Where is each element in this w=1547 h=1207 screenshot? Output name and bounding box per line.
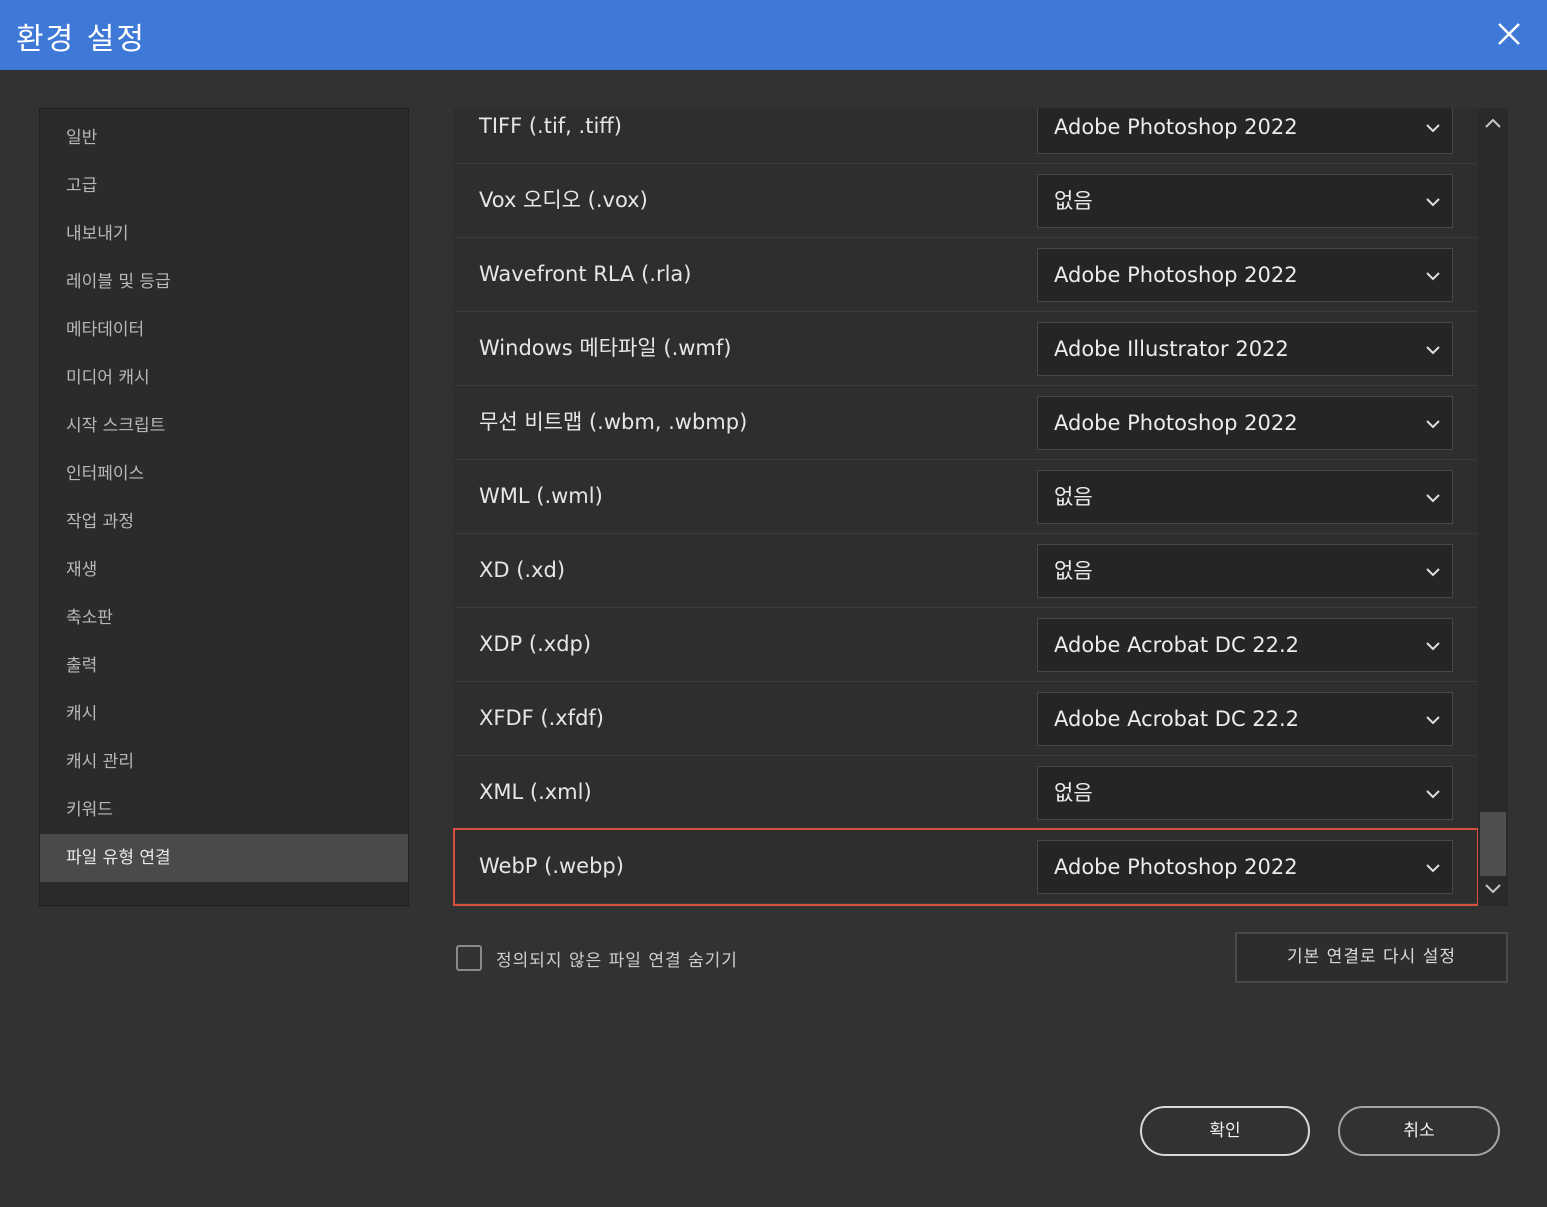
association-row: XML (.xml) 없음 [455,756,1477,830]
application-dropdown[interactable]: 없음 [1037,544,1453,598]
sidebar-item[interactable]: 일반 [40,114,408,162]
scroll-up-icon[interactable] [1483,114,1503,134]
application-dropdown[interactable]: 없음 [1037,470,1453,524]
list-scrollbar[interactable] [1478,108,1508,906]
association-row: Wavefront RLA (.rla) Adobe Photoshop 2022 [455,238,1477,312]
chevron-down-icon [1424,859,1442,877]
association-row: Windows 메타파일 (.wmf) Adobe Illustrator 202… [455,312,1477,386]
application-value: Adobe Acrobat DC 22.2 [1054,707,1300,731]
association-row: XD (.xd) 없음 [455,534,1477,608]
chevron-down-icon [1424,193,1442,211]
sidebar-item[interactable]: 시작 스크립트 [40,402,408,450]
sidebar-item[interactable]: 인터페이스 [40,450,408,498]
chevron-down-icon [1424,267,1442,285]
file-association-list: TIFF (.tif, .tiff) Adobe Photoshop 2022 Vo… [453,108,1508,906]
application-value: Adobe Illustrator 2022 [1054,337,1289,361]
application-dropdown[interactable]: Adobe Acrobat DC 22.2 [1037,618,1453,672]
association-row: TIFF (.tif, .tiff) Adobe Photoshop 2022 [455,108,1477,164]
file-type-label: WebP (.webp) [479,854,624,878]
chevron-down-icon [1424,341,1442,359]
scroll-down-icon[interactable] [1483,878,1503,898]
association-row: WebP (.webp) Adobe Photoshop 2022 [453,828,1479,906]
application-value: 없음 [1054,781,1093,805]
association-row: 무선 비트맵 (.wbm, .wbmp) Adobe Photoshop 2022 [455,386,1477,460]
application-dropdown[interactable]: Adobe Acrobat DC 22.2 [1037,692,1453,746]
file-type-label: TIFF (.tif, .tiff) [479,114,622,138]
chevron-down-icon [1424,563,1442,581]
sidebar-item[interactable]: 캐시 [40,690,408,738]
application-dropdown[interactable]: Adobe Photoshop 2022 [1037,108,1453,154]
reset-associations-button[interactable]: 기본 연결로 다시 설정 [1235,932,1508,983]
sidebar-item[interactable]: 내보내기 [40,210,408,258]
sidebar-item[interactable]: 축소판 [40,594,408,642]
file-type-label: XFDF (.xfdf) [479,706,604,730]
application-dropdown[interactable]: Adobe Illustrator 2022 [1037,322,1453,376]
application-dropdown[interactable]: 없음 [1037,766,1453,820]
chevron-down-icon [1424,785,1442,803]
sidebar-item[interactable]: 파일 유형 연결 [40,834,408,882]
application-dropdown[interactable]: Adobe Photoshop 2022 [1037,248,1453,302]
application-value: 없음 [1054,559,1093,583]
close-icon[interactable] [1491,16,1527,52]
chevron-down-icon [1424,415,1442,433]
cancel-button[interactable]: 취소 [1338,1106,1500,1156]
hide-undefined-checkbox[interactable] [456,945,482,971]
chevron-down-icon [1424,637,1442,655]
sidebar-item[interactable]: 미디어 캐시 [40,354,408,402]
association-row: Vox 오디오 (.vox) 없음 [455,164,1477,238]
file-type-label: Wavefront RLA (.rla) [479,262,692,286]
application-value: 없음 [1054,189,1093,213]
chevron-down-icon [1424,711,1442,729]
file-type-label: Windows 메타파일 (.wmf) [479,336,732,360]
file-type-label: Vox 오디오 (.vox) [479,188,648,212]
application-dropdown[interactable]: Adobe Photoshop 2022 [1037,840,1453,894]
application-dropdown[interactable]: Adobe Photoshop 2022 [1037,396,1453,450]
sidebar-item[interactable]: 재생 [40,546,408,594]
ok-button[interactable]: 확인 [1140,1106,1310,1156]
sidebar-item[interactable]: 키워드 [40,786,408,834]
dialog-title: 환경 설정 [16,22,146,57]
application-dropdown[interactable]: 없음 [1037,174,1453,228]
sidebar-item[interactable]: 고급 [40,162,408,210]
application-value: 없음 [1054,485,1093,509]
preferences-sidebar: 일반 고급 내보내기 레이블 및 등급 메타데이터 미디어 캐시 시작 스크립트 인터페이스 작… [39,108,409,906]
file-type-label: XML (.xml) [479,780,592,804]
sidebar-item[interactable]: 캐시 관리 [40,738,408,786]
application-value: Adobe Photoshop 2022 [1054,411,1298,435]
application-value: Adobe Photoshop 2022 [1054,263,1298,287]
association-row: XFDF (.xfdf) Adobe Acrobat DC 22.2 [455,682,1477,756]
application-value: Adobe Acrobat DC 22.2 [1054,633,1300,657]
sidebar-item[interactable]: 작업 과정 [40,498,408,546]
file-type-label: 무선 비트맵 (.wbm, .wbmp) [479,410,748,434]
application-value: Adobe Photoshop 2022 [1054,855,1298,879]
hide-undefined-label: 정의되지 않은 파일 연결 숨기기 [496,951,738,971]
chevron-down-icon [1424,119,1442,137]
file-type-label: WML (.wml) [479,484,603,508]
file-type-label: XDP (.xdp) [479,632,592,656]
association-row: WML (.wml) 없음 [455,460,1477,534]
scroll-thumb[interactable] [1480,812,1506,876]
dialog-titlebar: 환경 설정 [0,0,1547,70]
sidebar-item[interactable]: 메타데이터 [40,306,408,354]
application-value: Adobe Photoshop 2022 [1054,115,1298,139]
file-type-label: XD (.xd) [479,558,566,582]
chevron-down-icon [1424,489,1442,507]
sidebar-item[interactable]: 레이블 및 등급 [40,258,408,306]
sidebar-item[interactable]: 출력 [40,642,408,690]
association-row: XDP (.xdp) Adobe Acrobat DC 22.2 [455,608,1477,682]
